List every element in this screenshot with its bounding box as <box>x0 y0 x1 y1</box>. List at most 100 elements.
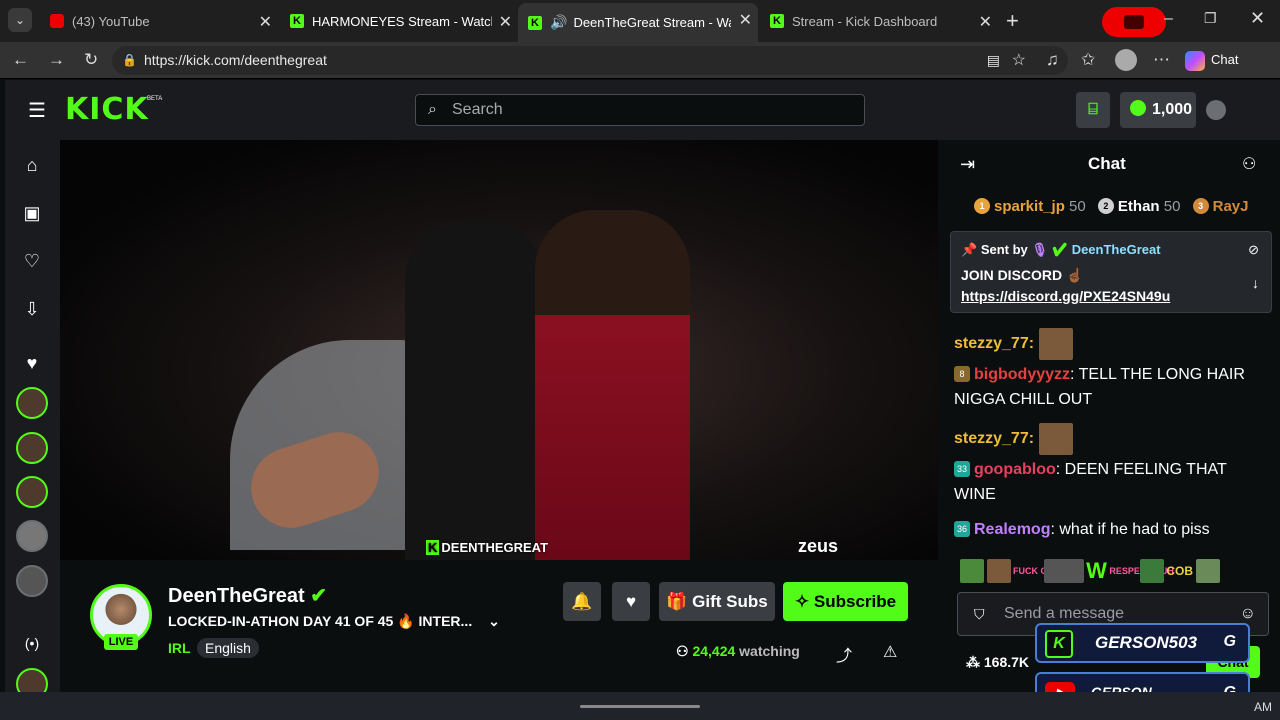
reader-icon[interactable]: ▤ <box>987 46 1000 75</box>
new-tab-button[interactable]: + <box>1006 8 1019 34</box>
followed-channel-avatar[interactable] <box>16 565 48 597</box>
tab-list-button[interactable]: ⌄ <box>8 8 32 32</box>
followed-channel-avatar[interactable] <box>16 432 48 464</box>
kick-handle-overlay: K GERSON503 G <box>1035 623 1250 663</box>
copilot-chat-button[interactable]: Chat <box>1185 48 1238 72</box>
chat-emote[interactable] <box>986 559 1011 583</box>
verified-icon: ✔ <box>310 585 328 607</box>
live-badge: LIVE <box>104 634 138 650</box>
tab-kick-dashboard[interactable]: K Stream - Kick Dashboard ✕ <box>760 5 998 37</box>
video-player[interactable]: K DEENTHEGREAT zeus <box>60 140 938 560</box>
minimize-button[interactable]: – <box>1164 10 1173 28</box>
chat-emote[interactable] <box>1043 559 1084 583</box>
report-icon[interactable]: ⚠ <box>883 642 897 662</box>
chevron-down-icon[interactable]: ⌄ <box>488 613 500 629</box>
speaker-icon[interactable]: 🔊 <box>550 14 567 31</box>
chat-emote[interactable]: W <box>1086 558 1107 584</box>
profile-avatar[interactable] <box>1115 49 1137 71</box>
clock-text: AM <box>1254 700 1272 714</box>
discord-link[interactable]: https://discord.gg/PXE24SN49u <box>961 288 1170 304</box>
chat-emote[interactable] <box>1038 328 1073 360</box>
chat-emote[interactable] <box>960 559 984 583</box>
chat-emote[interactable] <box>1139 559 1164 583</box>
leaderboard-entry[interactable]: 1 sparkit_jp 50 <box>974 198 1086 215</box>
followed-channel-avatar[interactable] <box>16 520 48 552</box>
bell-icon: 🔔 <box>571 592 593 611</box>
more-icon[interactable]: ⋯ <box>1153 50 1170 70</box>
chat-emote[interactable] <box>1038 423 1073 455</box>
browser-tab-bar: ⌄ (43) YouTube ✕ K HARMONEYES Stream - W… <box>0 0 1280 42</box>
pinned-message: 📌 Sent by 🎙 ✔ DeenTheGreat ⊘ JOIN DISCOR… <box>950 231 1272 313</box>
beta-label: BETA <box>147 96 163 102</box>
left-sidebar: ⌂ ▣ ♡ ⇩ ♥ (•) <box>5 140 60 700</box>
language-tag[interactable]: English <box>197 638 259 658</box>
url-field[interactable]: 🔒 https://kick.com/deenthegreat ▤ ☆ <box>112 46 1068 75</box>
hide-pin-icon[interactable]: ⊘ <box>1248 242 1259 258</box>
leaderboard-entry[interactable]: 2 Ethan 50 <box>1097 198 1180 215</box>
kick-icon: K <box>290 14 304 28</box>
chat-emote[interactable]: COB <box>1166 564 1193 578</box>
home-icon[interactable]: ⌂ <box>20 153 44 177</box>
chat-emote[interactable]: FUCK CUH <box>1013 566 1060 576</box>
followed-channel-avatar[interactable] <box>16 476 48 508</box>
follow-heart-button[interactable]: ♥ <box>612 582 650 621</box>
subscribe-button[interactable]: ✧ Subscribe <box>783 582 908 621</box>
stream-dashboard-icon[interactable]: ⌸ <box>1076 92 1110 128</box>
person-dress <box>535 210 690 560</box>
copilot-icon <box>1185 50 1205 71</box>
chat-points[interactable]: ⁂ 168.7K <box>966 654 1029 671</box>
favorites-icon[interactable]: ✩ <box>1081 50 1095 70</box>
expand-pin-icon[interactable]: ↓ <box>1252 275 1259 291</box>
refresh-icon[interactable]: ↻ <box>84 50 98 70</box>
kick-top-nav: ☰ KICK BETA ⌕ Search ⌸ 1,000 <box>5 80 1280 140</box>
points-button[interactable]: 1,000 <box>1120 92 1196 128</box>
address-bar: ← → ↻ 🔒 https://kick.com/deenthegreat ▤ … <box>0 42 1280 79</box>
close-icon[interactable]: ✕ <box>499 12 512 32</box>
leaderboard-entry[interactable]: 3 RayJ <box>1192 198 1248 215</box>
kick-icon: K <box>770 14 784 28</box>
favorite-star-icon[interactable]: ☆ <box>1012 46 1026 75</box>
chat-emote[interactable] <box>1195 559 1220 583</box>
viewer-count: ⚇ 24,424 watching <box>676 643 800 659</box>
lock-icon[interactable]: 🔒 <box>122 46 137 75</box>
channel-info-bar: LIVE DeenTheGreat ✔ LOCKED-IN-ATHON DAY … <box>60 560 938 692</box>
browse-icon[interactable]: ▣ <box>20 201 44 225</box>
kick-page: ☰ KICK BETA ⌕ Search ⌸ 1,000 ⌂ ▣ ♡ ⇩ ♥ (… <box>5 80 1280 700</box>
menu-icon[interactable]: ☰ <box>28 98 46 123</box>
close-icon[interactable]: ✕ <box>739 10 752 30</box>
back-icon[interactable]: ← <box>12 50 29 70</box>
following-heart-icon[interactable]: ♡ <box>20 249 44 273</box>
tab-youtube[interactable]: (43) YouTube ✕ <box>40 5 278 37</box>
close-icon[interactable]: ✕ <box>979 12 992 32</box>
star-icon: ✧ <box>794 592 810 611</box>
sponsor-logo: zeus <box>798 536 839 556</box>
download-icon[interactable]: ⇩ <box>20 297 44 321</box>
verified-icon: ✔ <box>1051 242 1069 257</box>
restore-button[interactable]: ❐ <box>1204 10 1217 27</box>
chat-emote[interactable]: RESPECT CUH <box>1109 566 1174 576</box>
channel-name[interactable]: DeenTheGreat ✔ <box>168 583 327 608</box>
emote-bar: FUCK CUH W RESPECT CUH COB <box>960 558 1270 586</box>
extensions-icon[interactable]: ♫ <box>1046 50 1059 70</box>
collapse-chat-icon[interactable]: ⇥ <box>960 154 975 175</box>
chat-users-icon[interactable]: ⚇ <box>1242 154 1256 174</box>
forward-icon[interactable]: → <box>48 50 65 70</box>
live-signal-icon[interactable]: (•) <box>20 631 44 655</box>
youtube-record-icon[interactable] <box>1102 7 1166 37</box>
user-avatar[interactable] <box>1206 100 1226 120</box>
chat-leaderboard: 1 sparkit_jp 50 2 Ethan 50 3 RayJ <box>974 198 1248 215</box>
tab-deenthegreat[interactable]: K 🔊 DeenTheGreat Stream - Watch ✕ <box>518 3 758 42</box>
gift-subs-button[interactable]: 🎁 Gift Subs <box>659 582 775 621</box>
close-icon[interactable]: ✕ <box>259 12 272 32</box>
close-window-button[interactable]: ✕ <box>1250 8 1265 29</box>
category-link[interactable]: IRL <box>168 640 191 656</box>
notification-bell-button[interactable]: 🔔 <box>563 582 601 621</box>
share-icon[interactable]: ⤴ <box>836 642 852 666</box>
chat-message: stezzy_77: <box>954 423 1254 455</box>
kick-icon: K <box>528 15 542 30</box>
tab-harmoneyes[interactable]: K HARMONEYES Stream - Watch Live ✕ <box>280 5 518 37</box>
followed-channel-avatar[interactable] <box>16 387 48 419</box>
kick-logo[interactable]: KICK <box>65 92 149 127</box>
search-input[interactable]: ⌕ Search <box>415 94 865 126</box>
kick-icon: K <box>426 540 440 555</box>
